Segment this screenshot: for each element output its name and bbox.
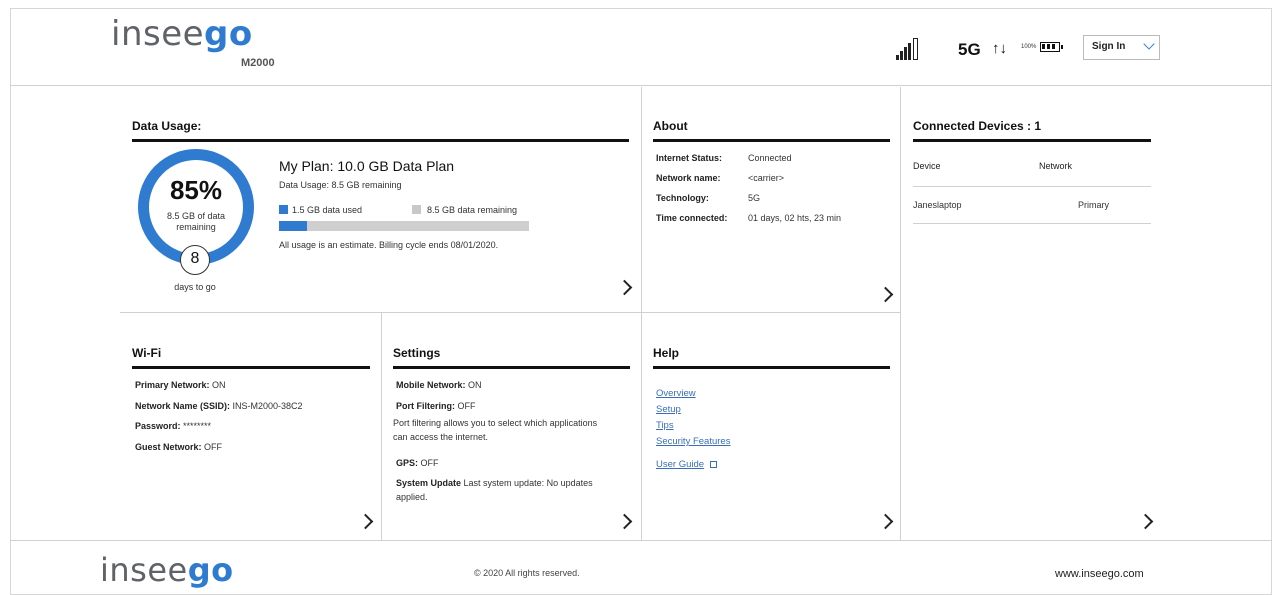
port-filtering-status: Port Filtering: OFF (396, 401, 476, 411)
signal-strength-icon (896, 36, 922, 60)
network-column-header: Network (1039, 161, 1073, 171)
device-column-header: Device (913, 161, 941, 171)
remaining-legend-label: 8.5 GB data remaining (427, 205, 518, 215)
divider (381, 313, 382, 540)
plan-name: My Plan: 10.0 GB Data Plan (279, 158, 455, 174)
about-value: Connected (748, 153, 792, 163)
divider (900, 87, 901, 540)
wifi-password: Password: ******** (135, 421, 212, 431)
divider (641, 87, 642, 540)
sign-in-dropdown[interactable]: Sign In (1083, 35, 1160, 60)
remaining-legend-swatch (412, 205, 421, 214)
device-name: Janeslaptop (913, 200, 962, 210)
about-label: Network name: (656, 173, 721, 183)
device-network: Primary (1078, 200, 1109, 210)
used-legend-label: 1.5 GB data used (292, 205, 363, 215)
data-percent: 85% (169, 175, 223, 205)
port-filtering-description: can access the internet. (393, 432, 489, 442)
network-type: 5G (958, 40, 981, 59)
mobile-network-status: Mobile Network: ON (396, 380, 482, 390)
external-link-icon (710, 460, 718, 468)
wifi-primary-network: Primary Network: ON (135, 380, 226, 390)
about-label: Technology: (656, 193, 709, 203)
website-link[interactable]: www.inseego.com (1055, 568, 1144, 580)
about-title: About (653, 119, 890, 142)
data-remaining-text: 8.5 GB of data remaining (166, 211, 226, 232)
sign-in-label: Sign In (1092, 41, 1126, 52)
days-to-go-count: 8 (180, 245, 210, 275)
divider (913, 223, 1151, 224)
billing-note: All usage is an estimate. Billing cycle … (279, 240, 499, 250)
about-value: <carrier> (748, 173, 785, 183)
data-usage-title: Data Usage: (132, 119, 629, 142)
data-usage-bar (279, 221, 529, 231)
days-to-go-label: days to go (174, 282, 216, 292)
gps-status: GPS: OFF (396, 458, 439, 468)
data-usage-summary: Data Usage: 8.5 GB remaining (279, 180, 402, 190)
connected-devices-title: Connected Devices : 1 (913, 119, 1151, 142)
about-label: Time connected: (656, 213, 728, 223)
model-name: M2000 (241, 57, 275, 69)
about-label: Internet Status: (656, 153, 723, 163)
wifi-ssid: Network Name (SSID): INS-M2000-38C2 (135, 401, 303, 411)
about-value: 01 days, 02 hts, 23 min (748, 213, 842, 223)
help-link-tips[interactable]: Tips (656, 420, 674, 431)
help-link-overview[interactable]: Overview (656, 388, 696, 399)
wifi-guest-network: Guest Network: OFF (135, 442, 223, 452)
divider (10, 540, 1272, 541)
data-transfer-icon: ↑↓ (992, 40, 1007, 57)
divider (913, 186, 1151, 187)
footer-inseego-logo[interactable]: inseego (100, 551, 234, 589)
divider (120, 312, 901, 313)
wifi-title: Wi-Fi (132, 346, 370, 369)
port-filtering-description: Port filtering allows you to select whic… (393, 418, 598, 428)
copyright: © 2020 All rights reserved. (474, 568, 580, 578)
used-legend-swatch (279, 205, 288, 214)
help-link-user-guide[interactable]: User Guide (656, 459, 718, 470)
help-link-setup[interactable]: Setup (656, 404, 681, 415)
data-used-fill (279, 221, 307, 231)
system-update-status: applied. (396, 492, 428, 502)
chevron-down-icon (1143, 38, 1155, 50)
system-update-status: System Update Last system update: No upd… (396, 478, 593, 488)
battery-percent: 100% (1021, 44, 1037, 50)
battery-icon (1040, 42, 1063, 52)
inseego-logo[interactable]: inseego (111, 14, 253, 54)
help-title: Help (653, 346, 890, 369)
help-link-security-features[interactable]: Security Features (656, 436, 730, 447)
about-value: 5G (748, 193, 761, 203)
settings-title: Settings (393, 346, 630, 369)
